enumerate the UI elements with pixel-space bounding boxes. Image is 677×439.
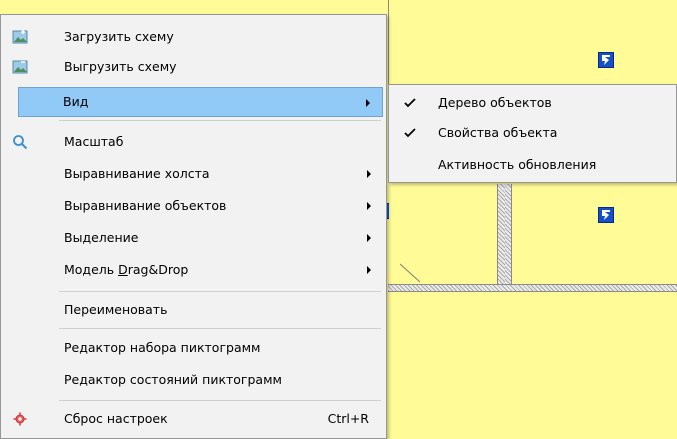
menu-item-label-accelerator: D [118, 262, 128, 277]
submenu-item-object-tree[interactable]: Дерево объектов [391, 88, 674, 118]
menu-item-label-suffix: rag&Drop [127, 262, 189, 277]
submenu-item-object-properties[interactable]: Свойства объекта [391, 118, 674, 148]
menu-separator [59, 328, 381, 329]
menu-item-drag-drop-model[interactable]: Модель Drag&Drop [3, 255, 383, 285]
checkmark-icon [404, 98, 416, 108]
menu-item-selection[interactable]: Выделение [3, 223, 383, 253]
menu-separator [59, 120, 381, 121]
menu-item-label: Сброс настроек [64, 411, 168, 426]
submenu-arrow-icon [367, 202, 371, 210]
menu-item-label: Масштаб [64, 134, 124, 149]
menu-item-label: Выгрузить схему [64, 59, 177, 74]
menu-item-icon-state-editor[interactable]: Редактор состояний пиктограмм [3, 365, 383, 395]
wall-vertical-right [505, 184, 512, 284]
magnifier-icon [13, 135, 28, 150]
menu-item-label: Редактор набора пиктограмм [64, 340, 261, 355]
submenu-arrow-icon [367, 234, 371, 242]
menu-item-reset-settings[interactable]: Сброс настроек Ctrl+R [3, 404, 383, 434]
menu-item-load-scheme[interactable]: Загрузить схему [3, 22, 383, 52]
context-menu: Загрузить схему Выгрузить схему Вид Масш… [0, 14, 387, 439]
view-submenu: Дерево объектов Свойства объекта Активно… [388, 84, 677, 183]
menu-item-view[interactable]: Вид [18, 87, 383, 117]
lightning-status-icon[interactable] [598, 52, 614, 68]
lightning-status-icon[interactable] [598, 207, 614, 223]
image-load-icon [12, 30, 28, 44]
submenu-item-label: Свойства объекта [438, 125, 558, 140]
submenu-item-label: Активность обновления [438, 157, 597, 172]
menu-item-label: Редактор состояний пиктограмм [64, 372, 282, 387]
menu-item-save-scheme[interactable]: Выгрузить схему [3, 52, 383, 82]
menu-item-align-objects[interactable]: Выравнивание объектов [3, 191, 383, 221]
menu-separator [59, 291, 381, 292]
canvas-divider [388, 0, 389, 84]
menu-item-rename[interactable]: Переименовать [3, 295, 383, 325]
menu-item-label-prefix: Модель [64, 262, 119, 277]
image-save-icon [12, 60, 28, 74]
gear-icon [13, 412, 27, 426]
menu-item-label: Переименовать [64, 302, 168, 317]
checkmark-icon [404, 128, 416, 138]
submenu-item-update-activity[interactable]: Активность обновления [391, 150, 674, 180]
menu-item-label: Вид [63, 94, 89, 109]
menu-item-label: Выделение [64, 230, 139, 245]
submenu-arrow-icon [367, 266, 371, 274]
menu-item-label: Выравнивание холста [64, 166, 210, 181]
menu-item-zoom[interactable]: Масштаб [3, 127, 383, 157]
menu-item-label: Модель Drag&Drop [64, 255, 188, 285]
submenu-arrow-icon [366, 99, 370, 107]
menu-item-icon-set-editor[interactable]: Редактор набора пиктограмм [3, 333, 383, 363]
submenu-item-label: Дерево объектов [438, 95, 552, 110]
wall-horizontal [388, 284, 677, 292]
menu-item-label: Загрузить схему [64, 29, 174, 44]
menu-item-align-canvas[interactable]: Выравнивание холста [3, 159, 383, 189]
submenu-arrow-icon [367, 170, 371, 178]
menu-separator [59, 400, 381, 401]
connector-line [400, 263, 420, 283]
menu-item-label: Выравнивание объектов [64, 198, 227, 213]
menu-item-shortcut: Ctrl+R [327, 411, 369, 426]
